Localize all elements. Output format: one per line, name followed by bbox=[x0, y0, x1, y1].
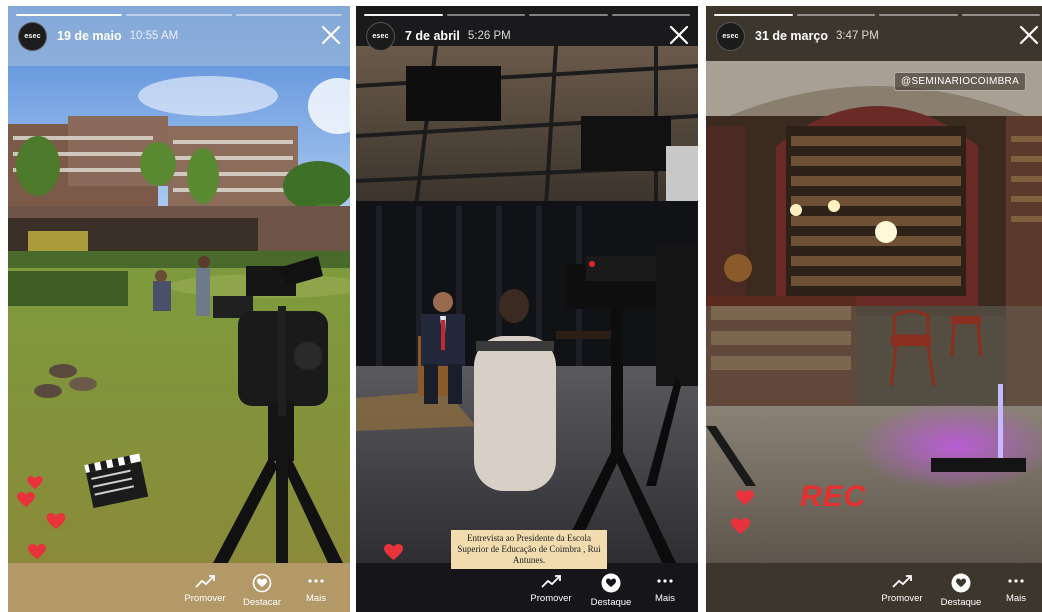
action-label: Promover bbox=[184, 593, 226, 604]
close-icon[interactable] bbox=[668, 24, 690, 46]
heart-sticker-icon bbox=[731, 518, 750, 535]
progress-segment bbox=[236, 14, 342, 16]
more-button[interactable]: Mais bbox=[286, 573, 346, 604]
avatar[interactable]: esec bbox=[18, 21, 47, 51]
progress-bar bbox=[16, 14, 342, 16]
story-photo bbox=[8, 6, 350, 563]
heart-sticker-icon bbox=[27, 476, 43, 490]
progress-segment bbox=[364, 14, 443, 16]
story-date: 31 de março bbox=[755, 29, 828, 43]
story-action-bar: Promover Destaque Mais bbox=[356, 563, 698, 612]
more-icon bbox=[308, 579, 324, 583]
progress-segment bbox=[879, 14, 958, 16]
story-header: esec 7 de abril 5:26 PM bbox=[366, 21, 690, 51]
action-label: Mais bbox=[1005, 593, 1027, 604]
story-date: 19 de maio bbox=[57, 29, 122, 43]
heart-circle-icon bbox=[252, 573, 272, 593]
highlight-button[interactable]: Destacar bbox=[232, 573, 292, 608]
story-panel-3[interactable]: esec 31 de março 3:47 PM @SEMINARIOCOIMB… bbox=[706, 6, 1042, 612]
avatar-logo-text: esec bbox=[372, 32, 389, 40]
story-time: 10:55 AM bbox=[129, 30, 179, 42]
action-label: Promover bbox=[530, 593, 572, 604]
more-button[interactable]: Mais bbox=[986, 573, 1042, 604]
avatar-logo-text: esec bbox=[722, 32, 739, 40]
story-action-bar: Promover Destaque Mais bbox=[706, 563, 1042, 612]
story-time: 5:26 PM bbox=[467, 30, 511, 42]
story-caption: Entrevista ao Presidente da Escola Super… bbox=[451, 530, 607, 569]
action-label: Mais bbox=[305, 593, 327, 604]
action-label: Destacar bbox=[242, 597, 281, 608]
trending-up-icon bbox=[892, 575, 912, 588]
rec-sticker: REC bbox=[800, 480, 867, 513]
action-label: Promover bbox=[881, 593, 923, 604]
heart-circle-filled-icon bbox=[951, 573, 971, 593]
avatar[interactable]: esec bbox=[366, 21, 395, 51]
progress-bar bbox=[714, 14, 1040, 16]
avatar-logo-text: esec bbox=[24, 32, 41, 40]
story-date: 7 de abril bbox=[405, 29, 460, 43]
highlight-button[interactable]: Destaque bbox=[581, 573, 641, 608]
trending-up-icon bbox=[541, 575, 561, 588]
action-label: Destaque bbox=[940, 597, 982, 608]
story-action-bar: Promover Destacar Mais bbox=[8, 563, 350, 612]
story-header: esec 19 de maio 10:55 AM bbox=[18, 21, 342, 51]
progress-segment bbox=[796, 14, 875, 16]
avatar[interactable]: esec bbox=[716, 21, 745, 51]
heart-sticker-icon bbox=[17, 492, 35, 508]
progress-segment bbox=[126, 14, 232, 16]
story-header: esec 31 de março 3:47 PM bbox=[716, 21, 1040, 51]
heart-circle-filled-icon bbox=[601, 573, 621, 593]
close-icon[interactable] bbox=[1018, 24, 1040, 46]
progress-bar bbox=[364, 14, 690, 16]
action-label: Destaque bbox=[590, 597, 632, 608]
heart-sticker-icon bbox=[46, 513, 66, 530]
progress-segment bbox=[529, 14, 608, 16]
action-label: Mais bbox=[654, 593, 676, 604]
story-photo bbox=[356, 6, 698, 563]
progress-segment bbox=[961, 14, 1040, 16]
more-button[interactable]: Mais bbox=[635, 573, 695, 604]
story-time: 3:47 PM bbox=[835, 30, 879, 42]
heart-sticker-icon bbox=[28, 544, 46, 560]
more-icon bbox=[657, 579, 673, 583]
close-icon[interactable] bbox=[320, 24, 342, 46]
promote-button[interactable]: Promover bbox=[175, 573, 235, 604]
heart-sticker-icon bbox=[384, 544, 403, 561]
progress-segment bbox=[446, 14, 525, 16]
trending-up-icon bbox=[195, 575, 215, 588]
more-icon bbox=[1008, 579, 1024, 583]
story-panel-1[interactable]: esec 19 de maio 10:55 AM Promover Destac… bbox=[8, 6, 350, 612]
progress-segment bbox=[611, 14, 690, 16]
progress-segment bbox=[16, 14, 122, 16]
promote-button[interactable]: Promover bbox=[521, 573, 581, 604]
mention-tag[interactable]: @SEMINARIOCOIMBRA bbox=[894, 72, 1027, 91]
highlight-button[interactable]: Destaque bbox=[931, 573, 991, 608]
heart-sticker-icon bbox=[736, 490, 754, 506]
story-panel-2[interactable]: esec 7 de abril 5:26 PM Entrevista ao Pr… bbox=[356, 6, 698, 612]
progress-segment bbox=[714, 14, 793, 16]
promote-button[interactable]: Promover bbox=[872, 573, 932, 604]
